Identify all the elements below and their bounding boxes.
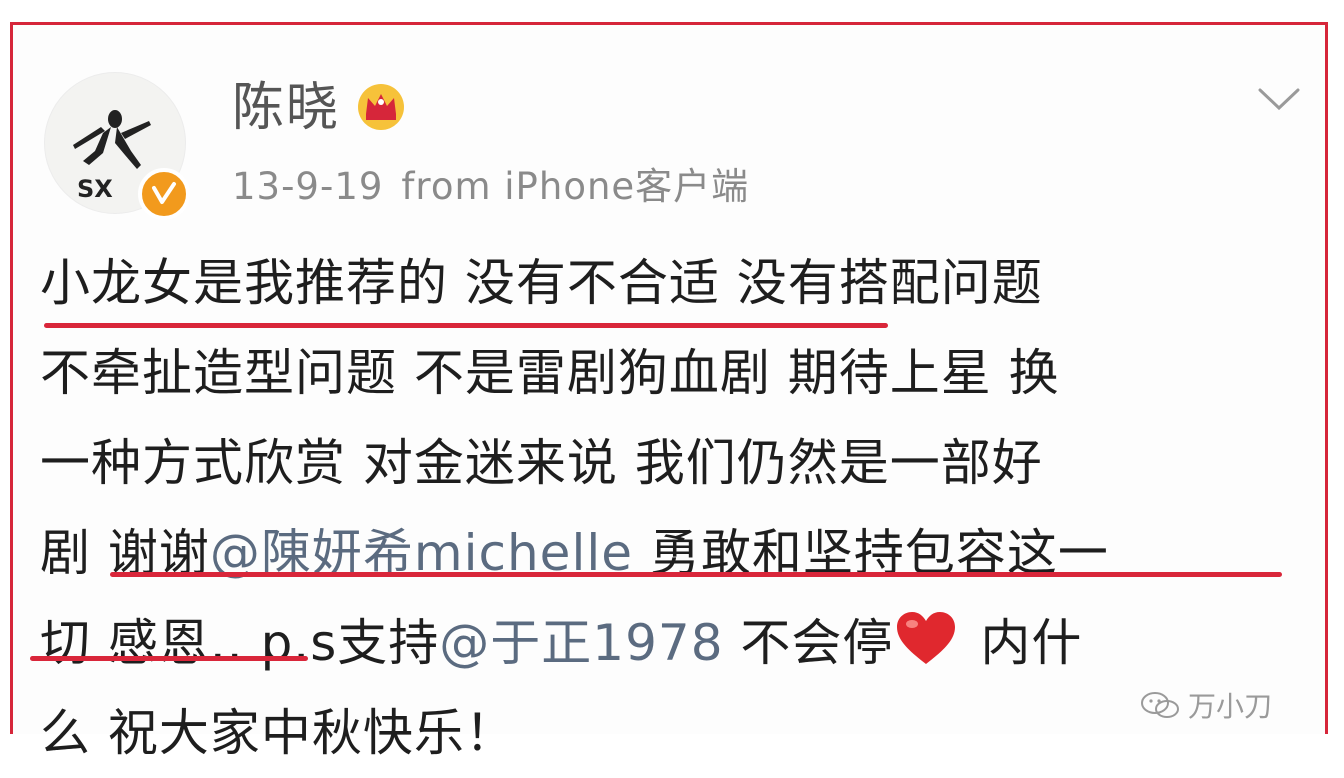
post-line: 么 祝大家中秋快乐！ [40,688,1310,778]
watermark: 万小刀 [1140,690,1272,728]
post-text: 不牵扯造型问题 不是雷剧狗血剧 期待上星 换 [40,344,1060,402]
highlight-underline [30,656,308,661]
post-text: 内什 [963,614,1083,672]
post-body: 小龙女是我推荐的 没有不合适 没有搭配问题不牵扯造型问题 不是雷剧狗血剧 期待上… [40,238,1310,778]
crown-icon [356,82,406,136]
post-text: 没有搭配问题 [736,254,1043,312]
wechat-icon [1140,690,1180,728]
chevron-down-icon[interactable] [1256,86,1302,118]
post-date: 13-9-19 [232,165,384,208]
post-meta: 13-9-19 from iPhone客户端 [232,163,749,211]
post-text: 小龙女是我推荐的 没有不合适 [40,254,737,312]
post-line: 一种方式欣赏 对金迷来说 我们仍然是一部好 [40,418,1310,508]
post-line: 小龙女是我推荐的 没有不合适 没有搭配问题 [40,238,1310,328]
highlight-underline [44,323,888,328]
post-source[interactable]: from iPhone客户端 [401,165,749,208]
post-line: 剧 谢谢@陳妍希michelle 勇敢和坚持包容这一 [40,508,1310,598]
post-text: 不会停 [723,614,894,672]
post-text: 切 感恩.. p.s支持 [40,614,440,672]
post-line: 切 感恩.. p.s支持@于正1978 不会停 内什 [40,598,1310,688]
post-text: 一种方式欣赏 对金迷来说 我们仍然是一部好 [40,434,1043,492]
avatar-text: SX [77,175,113,203]
post-line: 不牵扯造型问题 不是雷剧狗血剧 期待上星 换 [40,328,1310,418]
username[interactable]: 陈晓 [232,76,340,140]
verified-badge-icon [138,168,190,220]
post-text: 么 祝大家中秋快乐！ [40,704,516,762]
mention-link[interactable]: @于正1978 [439,614,723,672]
highlight-underline [110,572,1282,577]
watermark-text: 万小刀 [1188,690,1273,723]
heart-icon [895,604,957,694]
